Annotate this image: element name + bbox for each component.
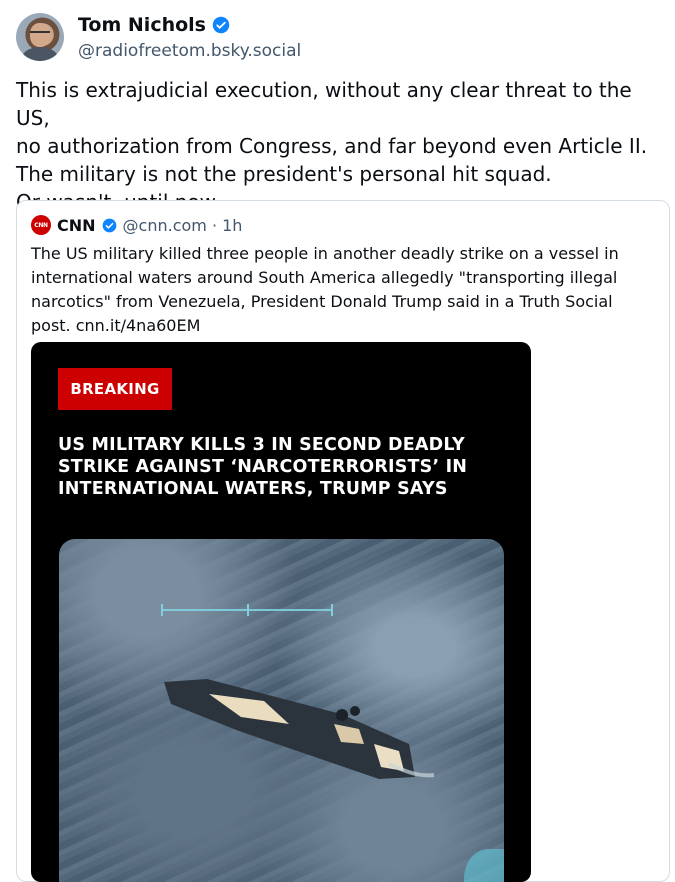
cnn-logo-icon: CNN xyxy=(31,215,51,235)
boat-graphic xyxy=(164,679,435,779)
quoted-post-author-name: CNN xyxy=(57,215,96,235)
author-handle[interactable]: @radiofreetom.bsky.social xyxy=(78,41,301,61)
author-row: Tom Nichols xyxy=(78,14,230,36)
quoted-post-header: CNN CNN @cnn.com · 1h xyxy=(31,215,242,235)
author-display-name[interactable]: Tom Nichols xyxy=(78,14,206,36)
post-text: This is extrajudicial execution, without… xyxy=(16,78,648,214)
embedded-image[interactable]: BREAKING US MILITARY KILLS 3 IN SECOND D… xyxy=(31,342,531,882)
quoted-post-text: The US military killed three people in a… xyxy=(31,244,619,335)
verified-badge-icon xyxy=(102,218,116,232)
embed-headline: US MILITARY KILLS 3 IN SECOND DEADLY STR… xyxy=(58,435,468,499)
post-card: Tom Nichols @radiofreetom.bsky.social Th… xyxy=(0,0,675,882)
verified-badge-icon xyxy=(212,16,230,34)
quoted-post[interactable]: CNN CNN @cnn.com · 1h The US military ki… xyxy=(16,200,670,882)
quoted-post-meta: @cnn.com · 1h xyxy=(122,215,243,235)
avatar-shirt xyxy=(22,47,58,61)
avatar-glasses xyxy=(30,31,50,37)
breaking-badge: BREAKING xyxy=(58,368,172,410)
avatar[interactable] xyxy=(16,13,64,61)
vessel-photo xyxy=(59,539,504,882)
